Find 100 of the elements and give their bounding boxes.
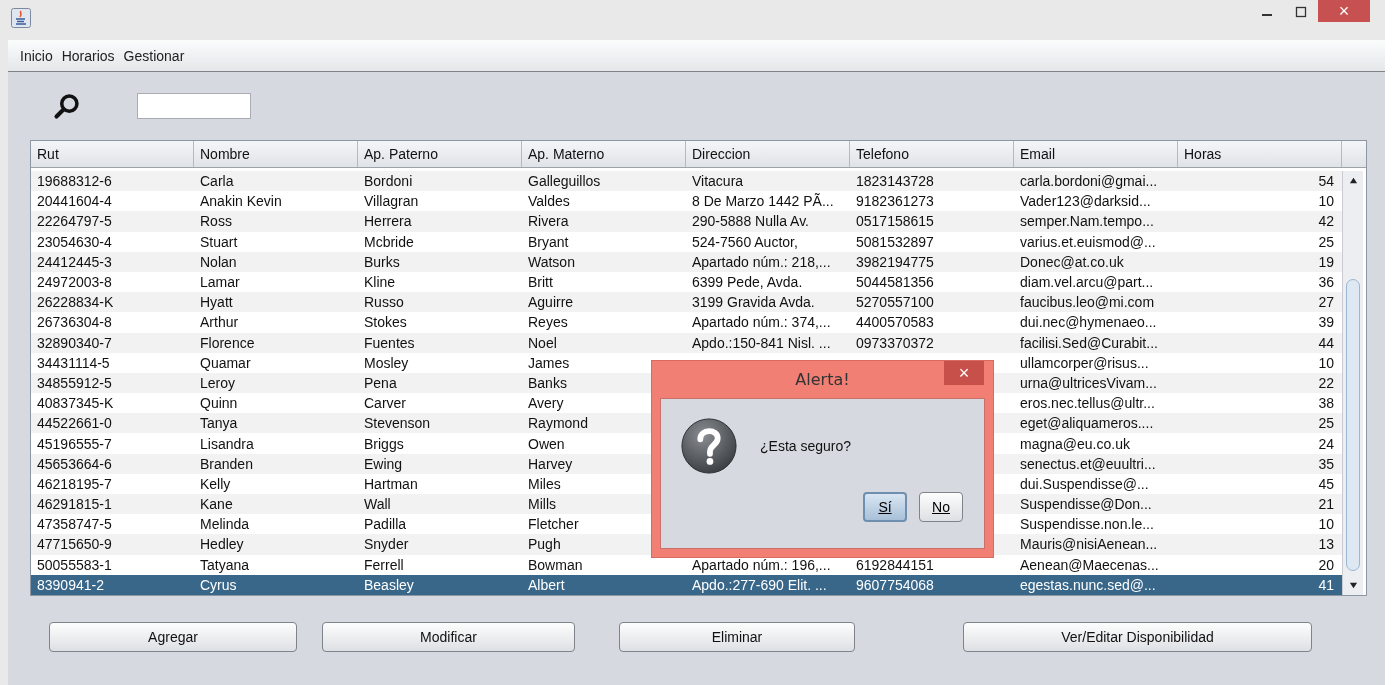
table-cell: 3199 Gravida Avda. (692, 294, 815, 311)
table-cell: 5270557100 (856, 294, 934, 311)
table-cell: Reyes (528, 314, 568, 331)
table-cell: 46218195-7 (37, 475, 112, 492)
table-cell: Florence (200, 334, 255, 351)
table-cell: Vader123@darksid... (1020, 193, 1151, 210)
table-cell: Britt (528, 274, 553, 291)
table-cell: 42 (1318, 213, 1334, 230)
table-cell: Aguirre (528, 294, 574, 311)
table-cell: Mills (528, 496, 556, 513)
table-cell: 10 (1318, 354, 1334, 371)
table-cell: 25 (1318, 415, 1334, 432)
table-cell: Ewing (364, 455, 403, 472)
table-cell: Suspendisse.non.le... (1020, 516, 1154, 533)
table-cell: Stokes (364, 314, 407, 331)
table-cell: Mosley (364, 354, 409, 371)
table-cell: 26736304-8 (37, 314, 112, 331)
table-cell: Herrera (364, 213, 412, 230)
table-cell: Fletcher (528, 516, 579, 533)
table-cell: Hyatt (200, 294, 233, 311)
table-cell: Wall (364, 496, 391, 513)
table-cell: 290-5888 Nulla Av. (692, 213, 809, 230)
dialog-message: ¿Esta seguro? (760, 438, 852, 454)
table-cell: Carla (200, 173, 234, 190)
table-cell: Mauris@nisiAenean... (1020, 536, 1158, 553)
table-cell: 35 (1318, 455, 1334, 472)
table-cell: 10 (1318, 516, 1334, 533)
table-cell: Stuart (200, 233, 238, 250)
table-cell: dui.nec@hymenaeo... (1020, 314, 1157, 331)
table-cell: 10 (1318, 193, 1334, 210)
table-cell: Ferrell (364, 556, 404, 573)
table-cell: Watson (528, 253, 575, 270)
table-cell: 0973370372 (856, 334, 934, 351)
table-cell: 5081532897 (856, 233, 934, 250)
table-cell: Suspendisse@Don... (1020, 496, 1152, 513)
table-cell: 34855912-5 (37, 374, 112, 391)
table-cell: 41 (1318, 576, 1334, 593)
table-cell: 4400570583 (856, 314, 934, 331)
table-cell: Russo (364, 294, 404, 311)
table-cell: Ross (200, 213, 232, 230)
table-cell: Pena (364, 374, 397, 391)
table-cell: urna@ultricesVivam... (1020, 374, 1157, 391)
table-cell: 23054630-4 (37, 233, 112, 250)
table-cell: Rivera (528, 213, 569, 230)
table-cell: 47358747-5 (37, 516, 112, 533)
table-cell: Apartado núm.: 374,... (692, 314, 831, 331)
table-cell: 22 (1318, 374, 1334, 391)
table-cell: 54 (1318, 173, 1334, 190)
table-cell: 9607754068 (856, 576, 934, 593)
table-cell: Vitacura (692, 173, 744, 190)
table-cell: 46291815-1 (37, 496, 112, 513)
table-cell: 6192844151 (856, 556, 934, 573)
table-cell: Hedley (200, 536, 244, 553)
table-cell: Cyrus (200, 576, 237, 593)
table-cell: Harvey (528, 455, 573, 472)
table-cell: ullamcorper@risus... (1020, 354, 1149, 371)
table-cell: 20 (1318, 556, 1334, 573)
table-cell: Fuentes (364, 334, 415, 351)
table-cell: Melinda (200, 516, 250, 533)
table-cell: facilisi.Sed@Curabit... (1020, 334, 1158, 351)
table-cell: 38 (1318, 395, 1334, 412)
table-cell: senectus.et@euultri... (1020, 455, 1156, 472)
table-cell: 5044581356 (856, 274, 934, 291)
table-cell: 32890340-7 (37, 334, 112, 351)
table-cell: Apdo.:277-690 Elit. ... (692, 576, 827, 593)
table-cell: 9182361273 (856, 193, 934, 210)
table-cell: Anakin Kevin (200, 193, 282, 210)
table-cell: Pugh (528, 536, 561, 553)
table-cell: Burks (364, 253, 400, 270)
table-cell: 24 (1318, 435, 1334, 452)
table-cell: Avery (528, 395, 564, 412)
table-cell: Branden (200, 455, 253, 472)
table-cell: 8 De Marzo 1442 PÃ... (692, 193, 834, 210)
table-cell: 24972003-8 (37, 274, 112, 291)
table-cell: eget@aliquameros.... (1020, 415, 1154, 432)
table-cell: 8390941-2 (37, 576, 104, 593)
table-cell: 19688312-6 (37, 173, 112, 190)
table-cell: Carver (364, 395, 406, 412)
table-cell: 24412445-3 (37, 253, 112, 270)
table-cell: Kelly (200, 475, 231, 492)
table-cell: Albert (528, 576, 565, 593)
table-cell: Hartman (364, 475, 418, 492)
table-cell: Donec@at.co.uk (1020, 253, 1124, 270)
table-cell: 19 (1318, 253, 1334, 270)
table-cell: 50055583-1 (37, 556, 112, 573)
table-cell: diam.vel.arcu@part... (1020, 274, 1154, 291)
table-cell: Tatyana (200, 556, 250, 573)
table-cell: 6399 Pede, Avda. (692, 274, 803, 291)
table-cell: Snyder (364, 536, 409, 553)
table-cell: Leroy (200, 374, 236, 391)
table-cell: Raymond (528, 415, 588, 432)
table-cell: Mcbride (364, 233, 414, 250)
table-cell: carla.bordoni@gmai... (1020, 173, 1158, 190)
table-cell: Quinn (200, 395, 238, 412)
table-cell: Briggs (364, 435, 404, 452)
table-cell: Arthur (200, 314, 239, 331)
table-cell: Beasley (364, 576, 414, 593)
table-cell: Bordoni (364, 173, 413, 190)
table-cell: Valdes (528, 193, 570, 210)
table-cell: Padilla (364, 516, 407, 533)
